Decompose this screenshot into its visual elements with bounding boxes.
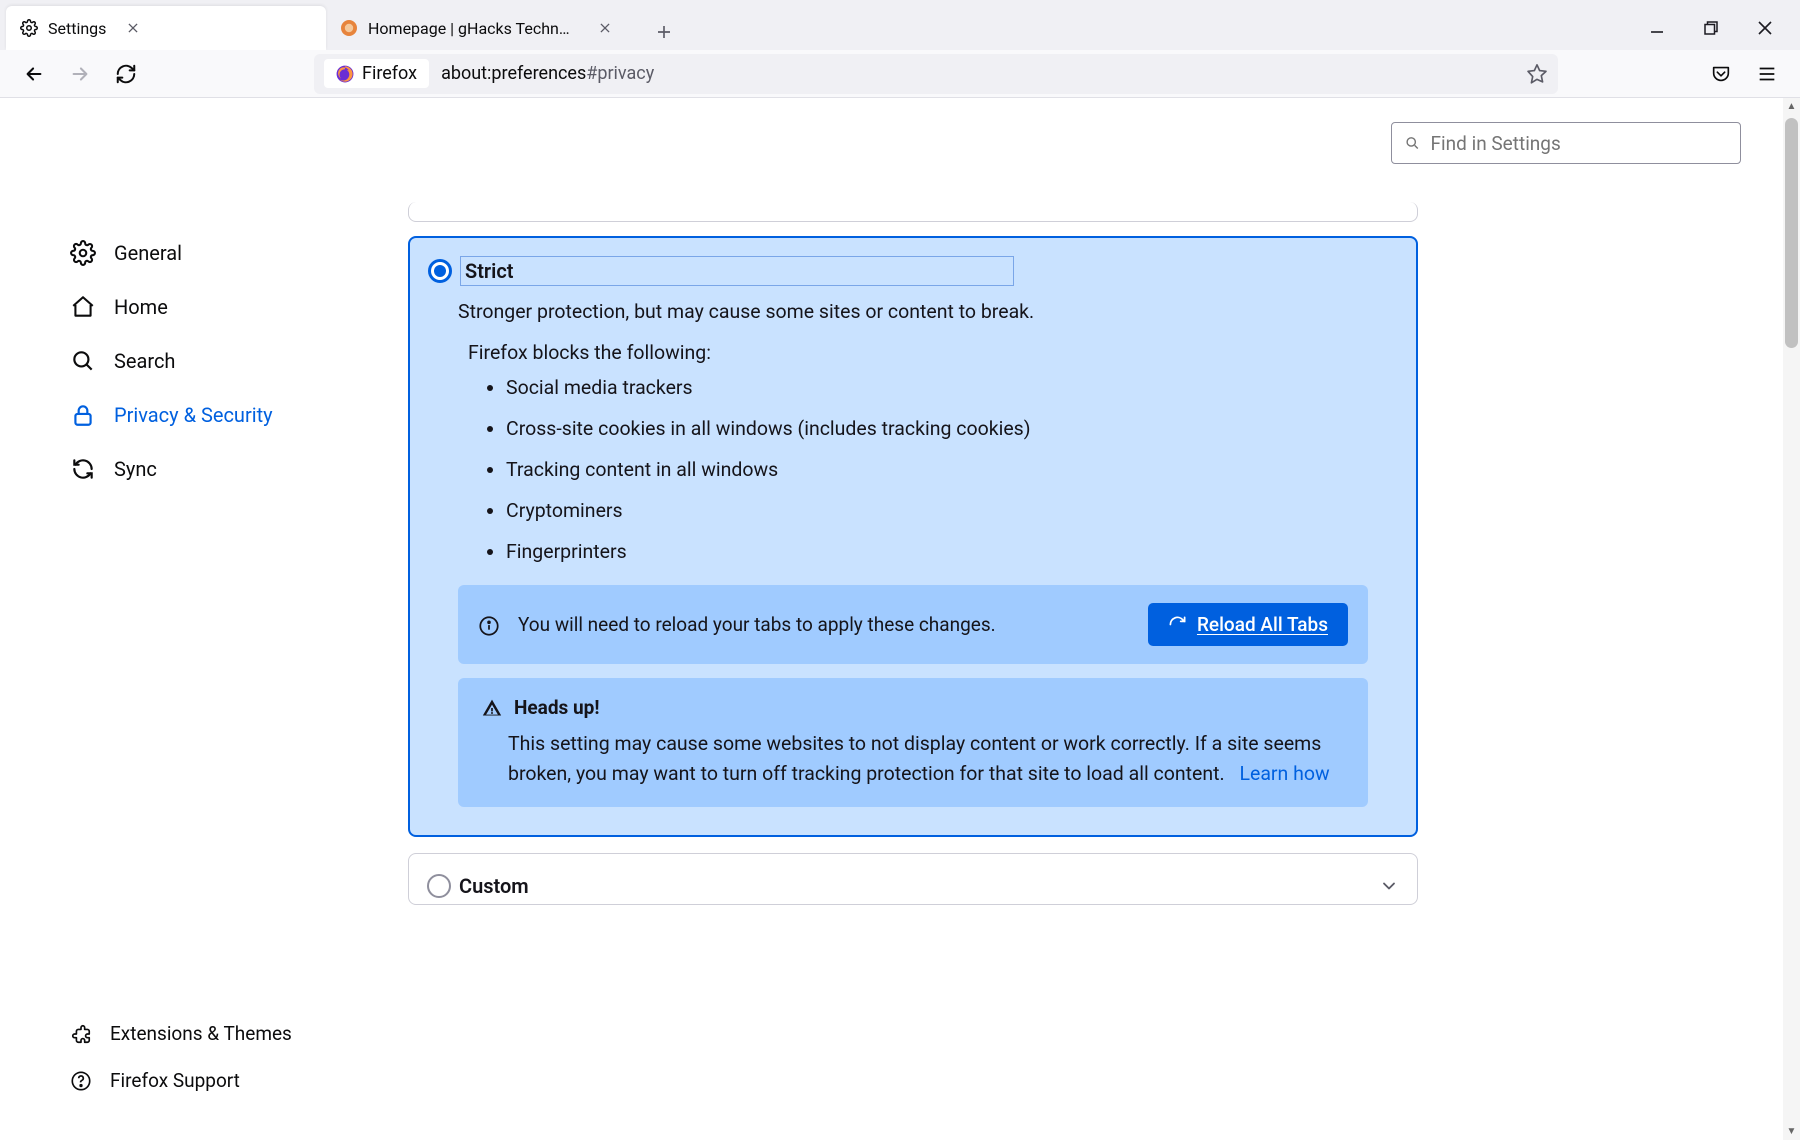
sidebar-link-label: Firefox Support	[110, 1069, 240, 1092]
heads-up-title: Heads up!	[514, 696, 600, 719]
bookmark-star-icon[interactable]	[1526, 63, 1548, 85]
gear-icon	[20, 19, 38, 37]
protection-option-strict[interactable]: Strict Stronger protection, but may caus…	[408, 236, 1418, 837]
url-text: about:preferences#privacy	[441, 63, 654, 84]
back-button[interactable]	[16, 56, 52, 92]
tab-strip: Settings Homepage | gHacks Technology	[0, 0, 1800, 50]
heads-up-body: This setting may cause some websites to …	[508, 729, 1344, 789]
radio-custom-label: Custom	[459, 874, 529, 898]
firefox-icon	[336, 65, 354, 83]
sidebar-item-privacy[interactable]: Privacy & Security	[0, 388, 380, 442]
reload-notice: You will need to reload your tabs to app…	[458, 585, 1368, 664]
sidebar-item-label: Home	[114, 295, 168, 319]
radio-custom[interactable]	[427, 874, 451, 898]
pocket-icon[interactable]	[1710, 63, 1732, 85]
scroll-up-arrow[interactable]: ▲	[1783, 98, 1800, 115]
list-item: Social media trackers	[506, 376, 1398, 399]
minimize-button[interactable]	[1644, 15, 1670, 41]
sync-icon	[70, 456, 96, 482]
navigation-toolbar: Firefox about:preferences#privacy	[0, 50, 1800, 98]
reload-button-label: Reload All Tabs	[1197, 613, 1328, 636]
learn-how-link[interactable]: Learn how	[1239, 762, 1329, 785]
puzzle-icon	[70, 1023, 92, 1045]
close-button[interactable]	[1752, 15, 1778, 41]
menu-icon[interactable]	[1756, 63, 1778, 85]
sidebar-item-sync[interactable]: Sync	[0, 442, 380, 496]
sidebar-item-label: Search	[114, 349, 175, 373]
sidebar-item-home[interactable]: Home	[0, 280, 380, 334]
tab-ghacks[interactable]: Homepage | gHacks Technology	[326, 6, 636, 50]
strict-blocks-title: Firefox blocks the following:	[468, 341, 1398, 364]
sidebar-link-label: Extensions & Themes	[110, 1022, 292, 1045]
chevron-down-icon[interactable]	[1379, 876, 1399, 896]
reload-all-tabs-button[interactable]: Reload All Tabs	[1148, 603, 1348, 646]
strict-blocks-list: Social media trackers Cross-site cookies…	[506, 376, 1398, 563]
sidebar-item-label: General	[114, 241, 182, 265]
sidebar-item-general[interactable]: General	[0, 226, 380, 280]
settings-sidebar: General Home Search Privacy & Security S…	[0, 98, 380, 1140]
tab-title: Settings	[48, 19, 106, 38]
sidebar-support-link[interactable]: Firefox Support	[70, 1057, 380, 1104]
settings-main: Strict Stronger protection, but may caus…	[380, 98, 1783, 1140]
option-standard-partial	[408, 202, 1418, 222]
close-icon[interactable]	[596, 19, 614, 37]
maximize-button[interactable]	[1698, 15, 1724, 41]
settings-search-input[interactable]	[1431, 132, 1728, 155]
forward-button[interactable]	[62, 56, 98, 92]
reload-button[interactable]	[108, 56, 144, 92]
search-icon	[70, 348, 96, 374]
list-item: Tracking content in all windows	[506, 458, 1398, 481]
help-icon	[70, 1070, 92, 1092]
window-controls	[1644, 6, 1800, 50]
url-bar[interactable]: Firefox about:preferences#privacy	[314, 54, 1558, 94]
list-item: Cross-site cookies in all windows (inclu…	[506, 417, 1398, 440]
lock-icon	[70, 402, 96, 428]
identity-label: Firefox	[362, 63, 417, 84]
radio-strict[interactable]	[428, 259, 452, 283]
sidebar-item-label: Privacy & Security	[114, 403, 273, 427]
sidebar-extensions-link[interactable]: Extensions & Themes	[70, 1010, 380, 1057]
settings-search-box[interactable]	[1391, 122, 1741, 164]
close-icon[interactable]	[124, 19, 142, 37]
tab-title: Homepage | gHacks Technology	[368, 19, 578, 38]
scrollbar-thumb[interactable]	[1785, 118, 1798, 348]
sidebar-item-label: Sync	[114, 457, 157, 481]
gear-icon	[70, 240, 96, 266]
reload-icon	[1168, 615, 1187, 634]
home-icon	[70, 294, 96, 320]
radio-strict-label: Strict	[465, 259, 513, 283]
search-icon	[1404, 134, 1421, 152]
sidebar-item-search[interactable]: Search	[0, 334, 380, 388]
site-favicon	[340, 19, 358, 37]
tab-settings[interactable]: Settings	[6, 6, 326, 50]
info-icon	[478, 615, 500, 637]
strict-description: Stronger protection, but may cause some …	[458, 300, 1398, 323]
vertical-scrollbar[interactable]: ▲ ▼	[1783, 98, 1800, 1140]
protection-option-custom[interactable]: Custom	[408, 853, 1418, 905]
scroll-down-arrow[interactable]: ▼	[1783, 1123, 1800, 1140]
list-item: Cryptominers	[506, 499, 1398, 522]
new-tab-button[interactable]	[646, 14, 682, 50]
heads-up-notice: Heads up! This setting may cause some we…	[458, 678, 1368, 807]
reload-notice-text: You will need to reload your tabs to app…	[518, 610, 1130, 639]
identity-chip[interactable]: Firefox	[324, 59, 429, 88]
list-item: Fingerprinters	[506, 540, 1398, 563]
warning-icon	[482, 698, 502, 718]
